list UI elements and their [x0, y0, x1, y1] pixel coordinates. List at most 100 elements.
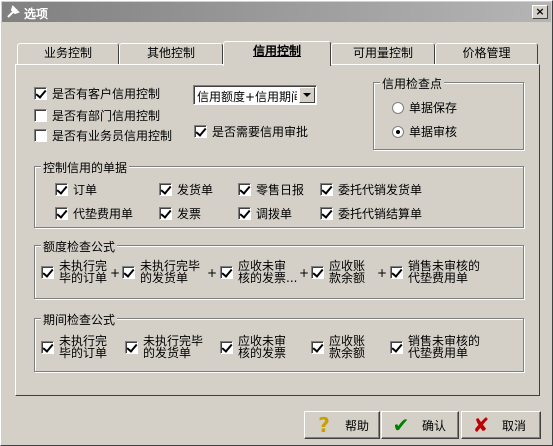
- customer-credit-checkbox[interactable]: 是否有客户信用控制: [34, 85, 160, 102]
- checkbox-box: [311, 340, 324, 354]
- tab-available-qty-control[interactable]: 可用量控制: [331, 43, 435, 65]
- radio-save[interactable]: 单据保存: [392, 99, 457, 116]
- chevron-down-icon[interactable]: [299, 87, 315, 103]
- amount-formula-group: 额度检查公式 未执行完 毕的订单 + 未执行完毕 的发货单 + 应收未审 核的发票..…: [34, 238, 524, 299]
- doc-delivery-checkbox[interactable]: 发货单: [159, 181, 213, 198]
- group-title: 额度检查公式: [41, 238, 118, 255]
- radio-label: 单据审核: [409, 125, 458, 139]
- checkbox-box: [311, 265, 324, 279]
- check-icon: ✔: [392, 413, 410, 437]
- checkbox-box: [34, 87, 47, 100]
- amount-item-delivery[interactable]: 未执行完毕 的发货单: [122, 260, 200, 284]
- salesman-credit-checkbox[interactable]: 是否有业务员信用控制: [34, 127, 172, 144]
- amount-item-invoice[interactable]: 应收未审 核的发票...: [220, 260, 297, 284]
- checkbox-box: [41, 340, 54, 354]
- checkbox-box: [390, 265, 403, 279]
- checkbox-label: 代垫费用单: [73, 207, 134, 221]
- checkbox-label: 发票: [177, 207, 202, 221]
- period-item-receivable[interactable]: 应收账 款余额: [311, 335, 365, 359]
- checkbox-label: 是否有部门信用控制: [52, 109, 161, 123]
- label-line2: 核的发票...: [238, 271, 298, 285]
- checkbox-label: 是否有客户信用控制: [52, 87, 161, 101]
- checkbox-box: [220, 340, 233, 354]
- button-label: 取消: [502, 418, 527, 433]
- checkbox-box: [55, 207, 68, 220]
- tab-other-control[interactable]: 其他控制: [119, 43, 223, 65]
- label-line2: 核的发票: [238, 346, 287, 360]
- tab-credit-control[interactable]: 信用控制: [223, 41, 331, 66]
- amount-item-receivable[interactable]: 应收账 款余额: [311, 260, 365, 284]
- doc-consign-delivery-checkbox[interactable]: 委托代销发货单: [320, 181, 422, 198]
- group-title: 期间检查公式: [41, 311, 118, 328]
- doc-retail-checkbox[interactable]: 零售日报: [238, 181, 304, 198]
- period-item-delivery[interactable]: 未执行完毕 的发货单: [125, 335, 203, 359]
- amount-item-order[interactable]: 未执行完 毕的订单: [41, 260, 107, 284]
- label-line2: 毕的订单: [59, 346, 108, 360]
- tab-label: 信用控制: [252, 44, 301, 58]
- checkbox-label: 调拨单: [256, 207, 293, 221]
- button-label: 确认: [422, 418, 447, 433]
- tab-label: 可用量控制: [352, 46, 413, 60]
- checkbox-box: [194, 125, 207, 138]
- cancel-button[interactable]: ✘ 取消: [461, 411, 541, 439]
- tab-price-management[interactable]: 价格管理: [435, 43, 538, 65]
- button-label: 帮助: [345, 418, 370, 433]
- doc-consign-settle-checkbox[interactable]: 委托代销结算单: [320, 205, 422, 222]
- radio-circle: [392, 101, 404, 114]
- doc-invoice-checkbox[interactable]: 发票: [159, 205, 201, 222]
- checkbox-box: [238, 207, 251, 220]
- plus-sign: +: [207, 266, 218, 280]
- tab-label: 业务控制: [43, 46, 92, 60]
- dept-credit-checkbox[interactable]: 是否有部门信用控制: [34, 107, 160, 124]
- plus-sign: +: [377, 266, 388, 280]
- period-item-advance-fee[interactable]: 销售未审核的 代垫费用单: [390, 335, 480, 359]
- checkbox-label: 订单: [73, 183, 98, 197]
- doc-transfer-checkbox[interactable]: 调拨单: [238, 205, 292, 222]
- checkbox-label: 委托代销发货单: [338, 183, 423, 197]
- ok-button[interactable]: ✔ 确认: [381, 411, 459, 439]
- checkbox-box: [125, 340, 138, 354]
- checkbox-label: 零售日报: [256, 183, 305, 197]
- close-button[interactable]: ×: [532, 5, 548, 19]
- label-line2: 代垫费用单: [408, 271, 469, 285]
- help-button[interactable]: ? 帮助: [304, 411, 380, 439]
- checkbox-label: 委托代销结算单: [338, 207, 423, 221]
- credit-mode-select[interactable]: 信用额度+信用期间: [193, 85, 317, 105]
- checkbox-box: [220, 265, 233, 279]
- checkbox-box: [55, 183, 68, 196]
- checkbox-box: [320, 207, 333, 220]
- checkbox-box: [122, 265, 135, 279]
- doc-order-checkbox[interactable]: 订单: [55, 181, 97, 198]
- plus-sign: +: [299, 266, 310, 280]
- checkbox-box: [34, 109, 47, 122]
- label-line2: 款余额: [329, 346, 366, 360]
- label-line2: 毕的订单: [59, 271, 108, 285]
- select-value: 信用额度+信用期间: [197, 90, 297, 104]
- label-line2: 的发货单: [140, 271, 189, 285]
- credit-docs-group: 控制信用的单据 订单 发货单 零售日报 委托代销发货单 代垫费用单 发票 调拨单: [34, 159, 524, 228]
- amount-item-advance-fee[interactable]: 销售未审核的 代垫费用单: [390, 260, 480, 284]
- close-icon: ×: [535, 5, 545, 18]
- tab-business-control[interactable]: 业务控制: [17, 43, 119, 65]
- need-approval-checkbox[interactable]: 是否需要信用审批: [194, 123, 308, 140]
- checkbox-box: [159, 207, 172, 220]
- label-line2: 代垫费用单: [408, 346, 469, 360]
- options-dialog: 选项 × 业务控制 其他控制 信用控制 可用量控制 价格管理 是否有客户信用控制…: [0, 0, 553, 446]
- radio-audit[interactable]: 单据审核: [392, 123, 457, 140]
- tab-label: 价格管理: [462, 46, 511, 60]
- doc-advance-fee-checkbox[interactable]: 代垫费用单: [55, 205, 133, 222]
- period-formula-group: 期间检查公式 未执行完 毕的订单 未执行完毕 的发货单 应收未审 核的发票 应收账 款余…: [34, 311, 524, 372]
- app-icon: [7, 5, 20, 18]
- window-title: 选项: [24, 7, 49, 21]
- label-line2: 的发货单: [143, 346, 192, 360]
- checkbox-box: [390, 340, 403, 354]
- checkbox-label: 发货单: [177, 183, 214, 197]
- period-item-invoice[interactable]: 应收未审 核的发票: [220, 335, 286, 359]
- checkbox-label: 是否需要信用审批: [212, 125, 309, 139]
- radio-circle: [392, 125, 404, 138]
- checkbox-box: [238, 183, 251, 196]
- group-title: 信用检查点: [380, 75, 445, 92]
- tab-strip: 业务控制 其他控制 信用控制 可用量控制 价格管理: [15, 41, 540, 66]
- period-item-order[interactable]: 未执行完 毕的订单: [41, 335, 107, 359]
- checkbox-box: [159, 183, 172, 196]
